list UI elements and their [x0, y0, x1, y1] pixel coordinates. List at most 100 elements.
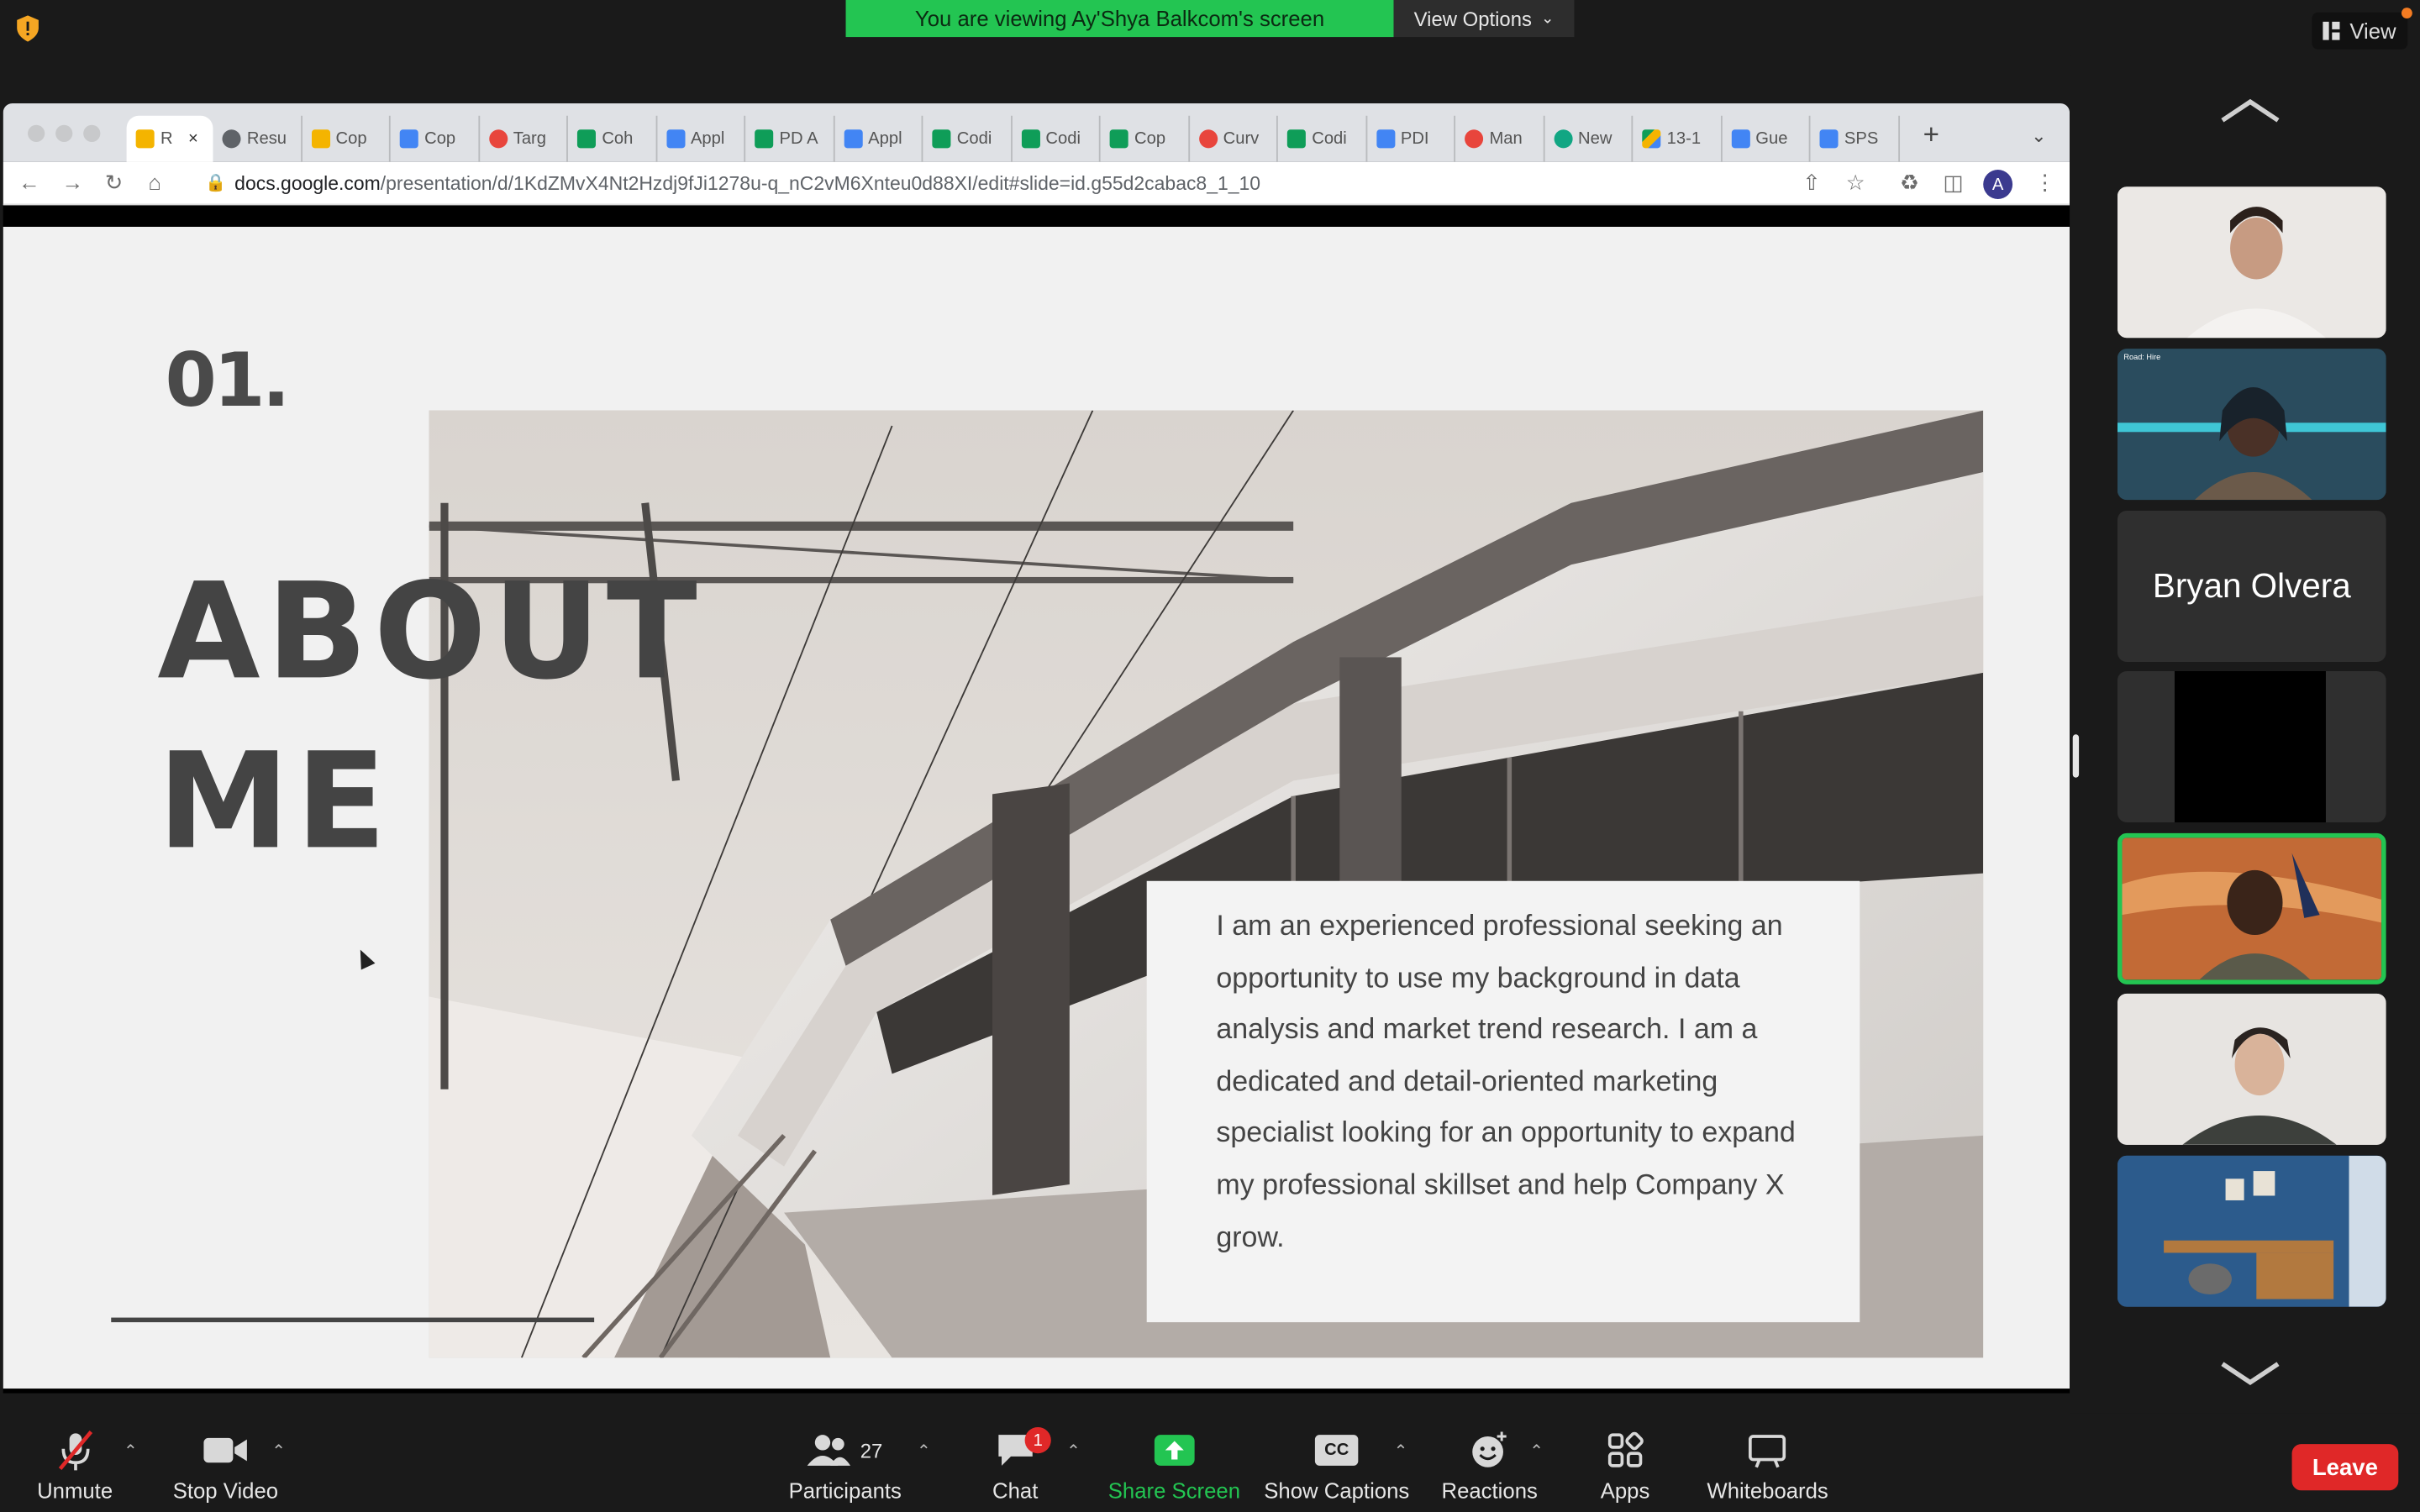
extensions-puzzle-icon[interactable]: ♻	[1900, 170, 1919, 196]
browser-tab[interactable]: Targ	[479, 115, 568, 162]
chevron-down-icon: ⌄	[1540, 9, 1555, 28]
browser-tab[interactable]: Codi	[1012, 115, 1101, 162]
decorative-underline	[111, 1317, 595, 1323]
bookmark-star-icon[interactable]: ☆	[1846, 170, 1865, 196]
view-options-button[interactable]: View Options ⌄	[1393, 0, 1575, 38]
tab-search-chevron-icon[interactable]: ⌄	[2031, 125, 2046, 147]
unmute-label: Unmute	[37, 1478, 113, 1503]
view-label: View	[2349, 18, 2396, 44]
browser-tab-strip: R × Resu Cop Cop Targ Coh Appl PD A Appl Codi Codi C…	[3, 103, 2070, 162]
active-speaker-tile[interactable]	[2118, 832, 2386, 984]
browser-tab[interactable]: Curv	[1189, 115, 1278, 162]
participant-video-tile[interactable]	[2118, 186, 2386, 339]
docs-favicon-icon	[1819, 129, 1839, 149]
sheets-favicon-icon	[1021, 129, 1040, 149]
browser-tab[interactable]: Appl	[834, 115, 923, 162]
browser-tab[interactable]: Appl	[657, 115, 746, 162]
apps-grid-icon	[1607, 1431, 1644, 1467]
reload-icon[interactable]: ↻	[105, 170, 124, 196]
gallery-scroll-down-icon[interactable]	[2217, 1357, 2285, 1389]
browser-menu-icon[interactable]: ⋮	[2034, 170, 2056, 196]
participant-video-tile[interactable]: Road: Hire	[2118, 349, 2386, 501]
side-panel-icon[interactable]: ◫	[1943, 170, 1963, 196]
reactions-button[interactable]: Reactions	[1442, 1429, 1538, 1503]
leave-meeting-button[interactable]: Leave	[2291, 1444, 2399, 1491]
browser-tab[interactable]: Resu	[213, 115, 302, 162]
profile-avatar[interactable]: A	[1983, 170, 2013, 199]
browser-tabs: R × Resu Cop Cop Targ Coh Appl PD A Appl Codi Codi C…	[126, 115, 1900, 162]
lock-icon[interactable]: 🔒	[205, 173, 226, 193]
stop-video-button[interactable]: Stop Video	[173, 1429, 278, 1503]
browser-tab[interactable]: New	[1544, 115, 1634, 162]
stop-video-label: Stop Video	[172, 1478, 279, 1503]
microphone-muted-icon	[57, 1431, 92, 1471]
chat-label: Chat	[992, 1478, 1039, 1503]
audio-options-chevron-icon[interactable]: ⌃	[124, 1441, 138, 1461]
browser-tab[interactable]: Codi	[923, 115, 1012, 162]
reactions-options-chevron-icon[interactable]: ⌃	[1529, 1441, 1544, 1461]
browser-tab[interactable]: Man	[1455, 115, 1544, 162]
browser-tab[interactable]: Coh	[568, 115, 657, 162]
bio-text-box: I am an experienced professional seeking…	[1146, 880, 1860, 1323]
apps-button[interactable]: Apps	[1600, 1429, 1650, 1503]
browser-tab[interactable]: SPS	[1810, 115, 1900, 162]
chat-options-chevron-icon[interactable]: ⌃	[1066, 1441, 1081, 1461]
sheets-favicon-icon	[1286, 129, 1306, 149]
browser-tab-label: Gue	[1755, 129, 1788, 149]
participants-button[interactable]: 27 Participants	[789, 1429, 902, 1503]
bio-paragraph: I am an experienced professional seeking…	[1216, 908, 1796, 1252]
participants-label: Participants	[788, 1478, 902, 1503]
unmute-button[interactable]: Unmute	[37, 1429, 113, 1503]
browser-tab-active[interactable]: R ×	[126, 115, 213, 162]
close-tab-icon[interactable]: ×	[188, 129, 198, 148]
browser-tab[interactable]: Codi	[1278, 115, 1367, 162]
browser-tab[interactable]: PD A	[745, 115, 834, 162]
browser-tab[interactable]: Cop	[1101, 115, 1190, 162]
participant-video-tile[interactable]	[2118, 1155, 2386, 1307]
participant-video-tile[interactable]	[2118, 670, 2386, 822]
forward-arrow-icon[interactable]: →	[61, 170, 83, 194]
view-layout-button[interactable]: View	[2312, 12, 2408, 50]
show-captions-button[interactable]: CC Show Captions	[1264, 1429, 1409, 1503]
panel-resize-handle[interactable]	[2072, 734, 2080, 778]
url-path: /presentation/d/1KdZMvX4Nt2Hzdj9fJi1278u…	[380, 172, 1261, 195]
browser-tab[interactable]: Gue	[1722, 115, 1811, 162]
back-arrow-icon[interactable]: ←	[18, 170, 40, 194]
browser-tab-label: Cop	[1134, 129, 1166, 149]
browser-tab-label: PDI	[1400, 129, 1429, 149]
browser-tab-label: Resu	[246, 129, 287, 149]
browser-tab[interactable]: Cop	[391, 115, 480, 162]
browser-tab-label: Coh	[602, 129, 634, 149]
viewing-screen-banner: You are viewing Ay'Shya Balkcom's screen	[845, 0, 1394, 38]
new-tab-button[interactable]: +	[1923, 118, 1939, 151]
browser-tab[interactable]: PDI	[1366, 115, 1456, 162]
browser-tab-label: 13-1	[1666, 129, 1702, 149]
window-close-dot	[28, 124, 45, 142]
chat-unread-badge: 1	[1024, 1426, 1051, 1454]
browser-tab-label: SPS	[1844, 129, 1879, 149]
gallery-scroll-up-icon[interactable]	[2217, 96, 2285, 127]
browser-tab[interactable]: 13-1	[1633, 115, 1722, 162]
red-favicon-icon	[1465, 129, 1484, 149]
home-icon[interactable]: ⌂	[148, 170, 161, 194]
browser-tab-label: Cop	[335, 129, 367, 149]
browser-tab-label: PD A	[779, 129, 818, 149]
apps-label: Apps	[1600, 1478, 1650, 1503]
participants-icon	[808, 1435, 851, 1466]
captions-options-chevron-icon[interactable]: ⌃	[1394, 1441, 1408, 1461]
whiteboards-button[interactable]: Whiteboards	[1707, 1429, 1828, 1503]
browser-tab[interactable]: Cop	[302, 115, 391, 162]
share-page-icon[interactable]: ⇧	[1802, 170, 1821, 196]
participant-name-tile[interactable]: Bryan Olvera	[2118, 510, 2386, 662]
whiteboards-label: Whiteboards	[1707, 1478, 1828, 1503]
video-options-chevron-icon[interactable]: ⌃	[271, 1441, 286, 1461]
participant-video-tile[interactable]	[2118, 993, 2386, 1145]
share-screen-button[interactable]: Share Screen	[1108, 1429, 1240, 1503]
participants-options-chevron-icon[interactable]: ⌃	[917, 1441, 931, 1461]
window-zoom-dot	[83, 124, 101, 142]
security-shield-icon[interactable]	[15, 15, 39, 42]
shared-browser-window: R × Resu Cop Cop Targ Coh Appl PD A Appl Codi Codi C…	[3, 103, 2070, 1394]
blank-video-feed	[2174, 670, 2326, 822]
address-bar[interactable]: docs.google.com/presentation/d/1KdZMvX4N…	[234, 173, 1260, 195]
docs-favicon-icon	[1730, 129, 1749, 149]
